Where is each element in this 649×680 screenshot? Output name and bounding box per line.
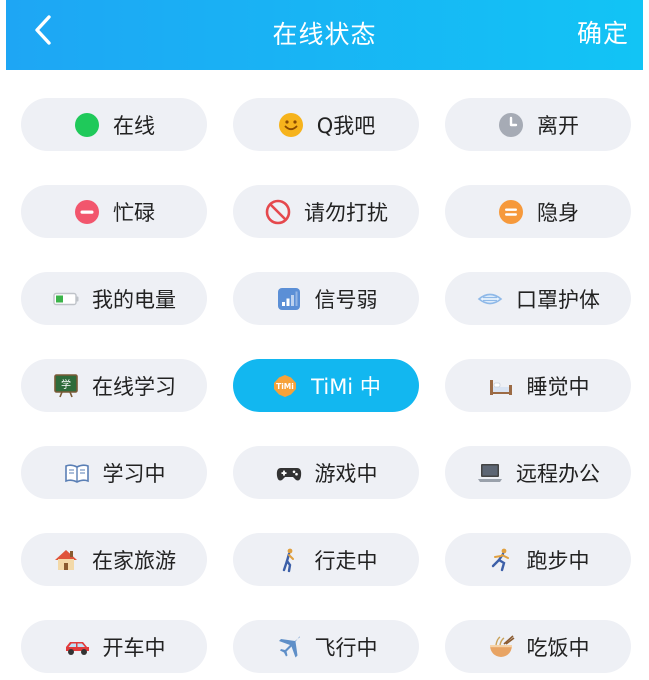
laptop-icon — [476, 459, 504, 487]
status-label: 我的电量 — [92, 287, 176, 312]
invisible-icon — [497, 198, 525, 226]
status-option-gaming[interactable]: 游戏中 — [233, 446, 419, 499]
status-label: 吃饭中 — [526, 635, 590, 660]
page-title: 在线状态 — [272, 20, 377, 49]
status-label: 开车中 — [102, 635, 166, 660]
mask-icon — [476, 285, 504, 313]
status-option-busy[interactable]: 忙碌 — [21, 185, 207, 238]
status-option-q-me[interactable]: Q我吧 — [233, 98, 419, 151]
status-label: 在线 — [113, 113, 155, 138]
status-label: 远程办公 — [516, 461, 600, 486]
status-label: 跑步中 — [526, 548, 590, 573]
car-icon — [63, 633, 91, 661]
walking-icon — [275, 546, 303, 574]
smile-face-icon — [277, 111, 305, 139]
status-label: 信号弱 — [314, 287, 378, 312]
status-option-weak-signal[interactable]: 信号弱 — [233, 272, 419, 325]
status-label: 在线学习 — [92, 374, 176, 399]
status-option-driving[interactable]: 开车中 — [21, 620, 207, 673]
status-label: 行走中 — [314, 548, 378, 573]
no-entry-icon — [264, 198, 292, 226]
timi-icon: TiMi — [271, 372, 299, 400]
bed-icon — [487, 372, 515, 400]
status-option-flying[interactable]: 飞行中 — [233, 620, 419, 673]
status-option-dnd[interactable]: 请勿打扰 — [233, 185, 419, 238]
airplane-icon — [275, 633, 303, 661]
status-label: 学习中 — [102, 461, 166, 486]
status-label: Q我吧 — [316, 113, 376, 138]
svg-text:TiMi: TiMi — [276, 382, 294, 391]
status-option-walking[interactable]: 行走中 — [233, 533, 419, 586]
battery-icon — [52, 285, 80, 313]
status-option-timi[interactable]: TiMi TiMi 中 — [233, 359, 419, 412]
book-icon — [63, 459, 91, 487]
status-label: 请勿打扰 — [304, 200, 388, 225]
status-label: 睡觉中 — [526, 374, 590, 399]
status-option-away[interactable]: 离开 — [445, 98, 631, 151]
noodle-bowl-icon — [487, 633, 515, 661]
status-grid: 在线 Q我吧 离开 忙碌 请勿打扰 隐身 我的电量 信号弱 口罩护体 学 在线学习… — [21, 98, 633, 673]
status-label: 游戏中 — [314, 461, 378, 486]
status-option-home-travel[interactable]: 在家旅游 — [21, 533, 207, 586]
status-label: 忙碌 — [113, 200, 155, 225]
status-option-eating[interactable]: 吃饭中 — [445, 620, 631, 673]
status-label: 隐身 — [537, 200, 579, 225]
svg-text:学: 学 — [61, 378, 71, 391]
status-label: 在家旅游 — [92, 548, 176, 573]
top-bar: 在线状态 确定 — [6, 0, 643, 70]
status-label: 飞行中 — [314, 635, 378, 660]
status-option-online-study[interactable]: 学 在线学习 — [21, 359, 207, 412]
blackboard-icon: 学 — [52, 372, 80, 400]
status-option-online[interactable]: 在线 — [21, 98, 207, 151]
gamepad-icon — [275, 459, 303, 487]
status-option-studying[interactable]: 学习中 — [21, 446, 207, 499]
status-label: 口罩护体 — [516, 287, 600, 312]
signal-icon — [275, 285, 303, 313]
busy-minus-icon — [73, 198, 101, 226]
status-label: TiMi 中 — [311, 374, 381, 399]
online-dot-icon — [73, 111, 101, 139]
status-option-invisible[interactable]: 隐身 — [445, 185, 631, 238]
status-option-battery[interactable]: 我的电量 — [21, 272, 207, 325]
status-option-remote-work[interactable]: 远程办公 — [445, 446, 631, 499]
house-icon — [52, 546, 80, 574]
running-icon — [487, 546, 515, 574]
status-label: 离开 — [537, 113, 579, 138]
status-option-sleeping[interactable]: 睡觉中 — [445, 359, 631, 412]
clock-icon — [497, 111, 525, 139]
confirm-button[interactable]: 确定 — [577, 14, 629, 50]
status-option-mask[interactable]: 口罩护体 — [445, 272, 631, 325]
status-option-running[interactable]: 跑步中 — [445, 533, 631, 586]
